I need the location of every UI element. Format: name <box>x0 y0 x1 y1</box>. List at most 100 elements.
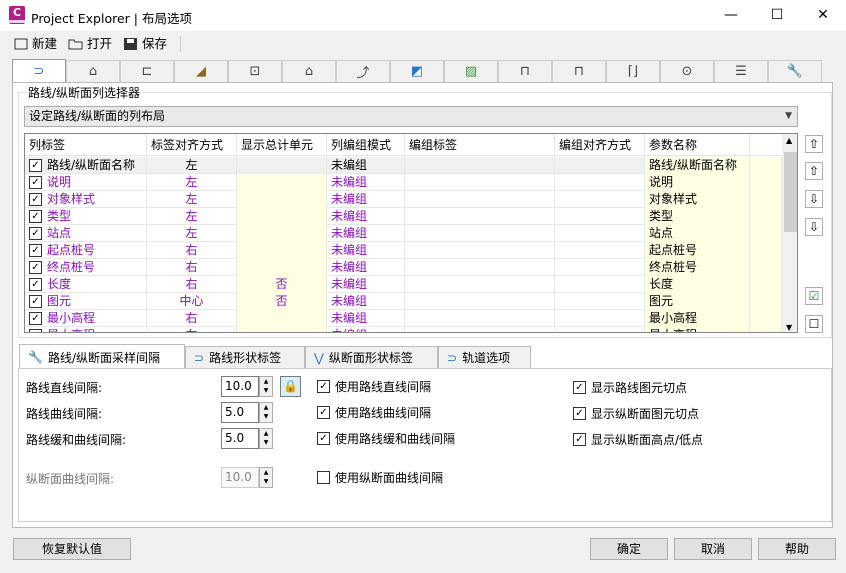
cell-total[interactable] <box>237 242 327 259</box>
cell-total[interactable] <box>237 208 327 225</box>
cell-param[interactable]: 终点桩号 <box>645 259 750 276</box>
checkbox-box[interactable]: ✓ <box>317 406 330 419</box>
row-checkbox[interactable]: ✓ <box>29 278 42 291</box>
uncheck-all-button[interactable]: ☐ <box>805 315 823 333</box>
cell-label[interactable]: 站点 <box>25 225 147 242</box>
spin-down-icon[interactable]: ▼ <box>260 412 272 421</box>
spin-down-icon[interactable]: ▼ <box>260 477 272 486</box>
cell-empty[interactable] <box>750 225 782 242</box>
cell-empty[interactable] <box>750 208 782 225</box>
cell-mode[interactable]: 未编组 <box>327 208 405 225</box>
cell-empty[interactable] <box>750 242 782 259</box>
cell-empty[interactable] <box>555 327 645 332</box>
cell-align[interactable]: 左 <box>147 157 237 174</box>
cell-empty[interactable] <box>555 242 645 259</box>
cell-empty[interactable] <box>750 191 782 208</box>
close-button[interactable]: ✕ <box>800 0 846 31</box>
cell-empty[interactable] <box>555 293 645 310</box>
cell-mode[interactable]: 未编组 <box>327 293 405 310</box>
spin-buttons[interactable]: ▲ ▼ <box>259 467 273 488</box>
table-row[interactable]: 最大高程右未编组最大高程✓ <box>25 327 782 332</box>
tab-pipe[interactable]: ◩ <box>390 60 444 82</box>
tab-bracket[interactable]: ⌈⌋ <box>606 60 660 82</box>
move-down-button[interactable]: ⇩ <box>805 190 823 208</box>
tab-wrench[interactable]: 🔧 <box>768 60 822 82</box>
header-group-mode[interactable]: 列编组模式 <box>327 134 405 156</box>
tab-structure[interactable]: ⌂ <box>66 60 120 82</box>
cell-empty[interactable] <box>405 157 555 174</box>
cell-empty[interactable] <box>555 225 645 242</box>
tab-profile-labels[interactable]: ⋁ 纵断面形状标签 <box>305 346 438 368</box>
row-checkbox[interactable]: ✓ <box>29 227 42 240</box>
tab-point[interactable]: ⊙ <box>660 60 714 82</box>
tab-surface[interactable]: ⌂ <box>282 60 336 82</box>
table-row[interactable]: 终点桩号右未编组 终点桩号 ✓ <box>25 259 782 276</box>
cell-param[interactable]: 类型 <box>645 208 750 225</box>
table-row[interactable]: 图元 中心否未编组 图元 ✓ <box>25 293 782 310</box>
cell-label[interactable]: 起点桩号 <box>25 242 147 259</box>
cell-empty[interactable] <box>750 157 782 174</box>
table-row[interactable]: 路线/纵断面名称左未编组 路线/纵断面名称 ✓ <box>25 157 782 174</box>
header-align[interactable]: 标签对齐方式 <box>147 134 237 156</box>
cell-label[interactable]: 最大高程 <box>25 327 147 332</box>
spin-down-icon[interactable]: ▼ <box>260 386 272 395</box>
header-total[interactable]: 显示总计单元 <box>237 134 327 156</box>
grid-scrollbar[interactable]: ▲ ▼ <box>782 134 797 332</box>
cell-mode[interactable]: 未编组 <box>327 242 405 259</box>
cell-empty[interactable] <box>405 191 555 208</box>
cell-empty[interactable] <box>405 293 555 310</box>
checkbox-box[interactable] <box>317 471 330 484</box>
display-option-checkbox[interactable]: ✓ 显示纵断面高点/低点 <box>573 431 703 448</box>
cell-label[interactable]: 说明 <box>25 174 147 191</box>
cell-total[interactable] <box>237 174 327 191</box>
cell-param[interactable]: 路线/纵断面名称 <box>645 157 750 174</box>
restore-defaults-button[interactable]: 恢复默认值 <box>13 538 131 560</box>
cell-param[interactable]: 起点桩号 <box>645 242 750 259</box>
row-checkbox[interactable]: ✓ <box>29 295 42 308</box>
cell-empty[interactable] <box>555 208 645 225</box>
cell-align[interactable]: 右 <box>147 276 237 293</box>
header-param[interactable]: 参数名称 <box>645 134 750 156</box>
tab-bridge2[interactable]: ⊓ <box>552 60 606 82</box>
checkbox-box[interactable]: ✓ <box>573 381 586 394</box>
move-up-button[interactable]: ⇧ <box>805 162 823 180</box>
cell-total[interactable] <box>237 191 327 208</box>
cell-empty[interactable] <box>555 310 645 327</box>
interval-input[interactable]: 5.0 <box>221 428 259 449</box>
cell-param[interactable]: 站点 <box>645 225 750 242</box>
cell-empty[interactable] <box>405 174 555 191</box>
cell-label[interactable]: 类型 <box>25 208 147 225</box>
cell-total[interactable] <box>237 225 327 242</box>
cell-align[interactable]: 右 <box>147 242 237 259</box>
tab-alignment-labels[interactable]: ⊃ 路线形状标签 <box>185 346 305 368</box>
cell-mode[interactable]: 未编组 <box>327 157 405 174</box>
spin-buttons[interactable]: ▲ ▼ <box>259 376 273 397</box>
use-interval-checkbox[interactable]: ✓ 使用路线直线间隔 <box>317 378 431 395</box>
cell-label[interactable]: 最小高程 <box>25 310 147 327</box>
tab-profile[interactable]: ⊏ <box>120 60 174 82</box>
row-checkbox[interactable]: ✓ <box>29 210 42 223</box>
cell-empty[interactable] <box>555 259 645 276</box>
row-checkbox[interactable]: ✓ <box>29 261 42 274</box>
display-option-checkbox[interactable]: ✓ 显示路线图元切点 <box>573 379 687 396</box>
table-row[interactable]: 站点左未编组 站点 ✓ <box>25 225 782 242</box>
spin-up-icon[interactable]: ▲ <box>260 403 272 412</box>
scroll-thumb[interactable] <box>784 152 797 232</box>
row-checkbox[interactable]: ✓ <box>29 159 42 172</box>
cell-empty[interactable] <box>405 310 555 327</box>
spin-buttons[interactable]: ▲ ▼ <box>259 428 273 449</box>
tab-sample[interactable]: ⊡ <box>228 60 282 82</box>
cell-empty[interactable] <box>555 191 645 208</box>
cell-total[interactable] <box>237 310 327 327</box>
cell-empty[interactable] <box>405 242 555 259</box>
cell-total[interactable]: 否 <box>237 276 327 293</box>
tab-bridge[interactable]: ⊓ <box>498 60 552 82</box>
cell-empty[interactable] <box>750 293 782 310</box>
cell-empty[interactable] <box>405 276 555 293</box>
spin-up-icon[interactable]: ▲ <box>260 468 272 477</box>
interval-input[interactable]: 10.0 <box>221 467 259 488</box>
cell-total[interactable] <box>237 327 327 332</box>
cell-empty[interactable] <box>405 259 555 276</box>
use-interval-checkbox[interactable]: 使用纵断面曲线间隔 <box>317 469 443 486</box>
scroll-down-icon[interactable]: ▼ <box>786 323 792 332</box>
